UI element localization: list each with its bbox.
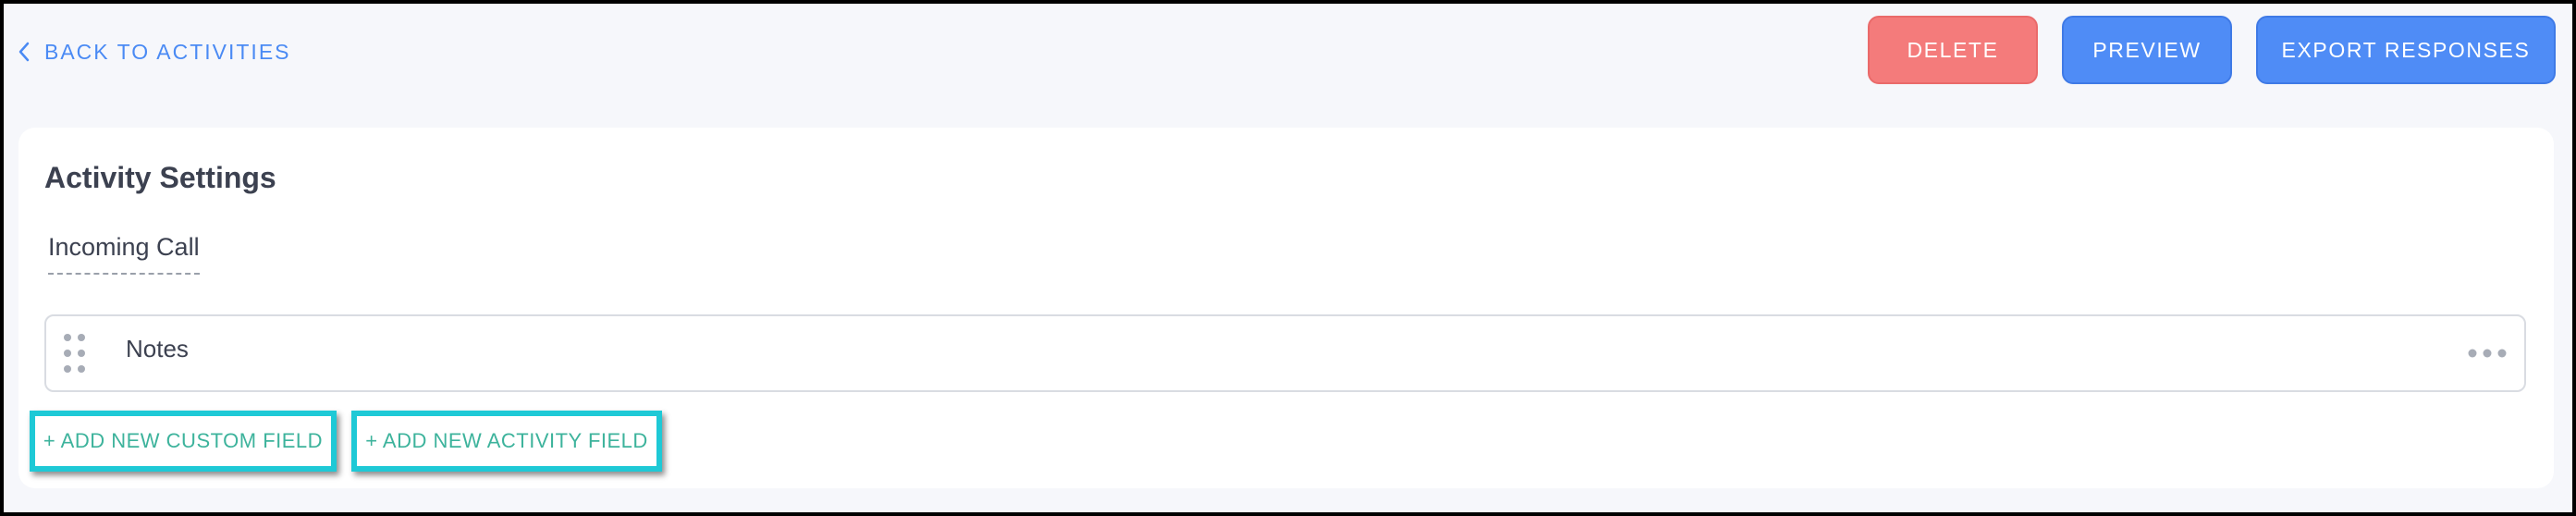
more-horizontal-icon[interactable]	[2467, 344, 2508, 362]
export-responses-button[interactable]: EXPORT RESPONSES	[2256, 16, 2556, 84]
activity-settings-card: Activity Settings Incoming Call Notes + …	[18, 128, 2554, 488]
chevron-left-icon	[18, 42, 30, 62]
add-activity-field-button[interactable]: + ADD NEW ACTIVITY FIELD	[351, 411, 662, 472]
card-title: Activity Settings	[44, 161, 276, 194]
add-custom-field-button[interactable]: + ADD NEW CUSTOM FIELD	[30, 411, 337, 472]
back-to-activities-link[interactable]: BACK TO ACTIVITIES	[18, 35, 291, 68]
app-frame: BACK TO ACTIVITIES DELETE PREVIEW EXPORT…	[4, 4, 2572, 512]
field-label: Notes	[126, 335, 189, 362]
activity-name-field[interactable]: Incoming Call	[48, 233, 200, 275]
drag-handle-icon[interactable]	[63, 333, 87, 374]
preview-button[interactable]: PREVIEW	[2062, 16, 2232, 84]
back-link-label: BACK TO ACTIVITIES	[44, 39, 291, 64]
field-row-notes[interactable]: Notes	[44, 314, 2526, 392]
delete-button[interactable]: DELETE	[1868, 16, 2038, 84]
